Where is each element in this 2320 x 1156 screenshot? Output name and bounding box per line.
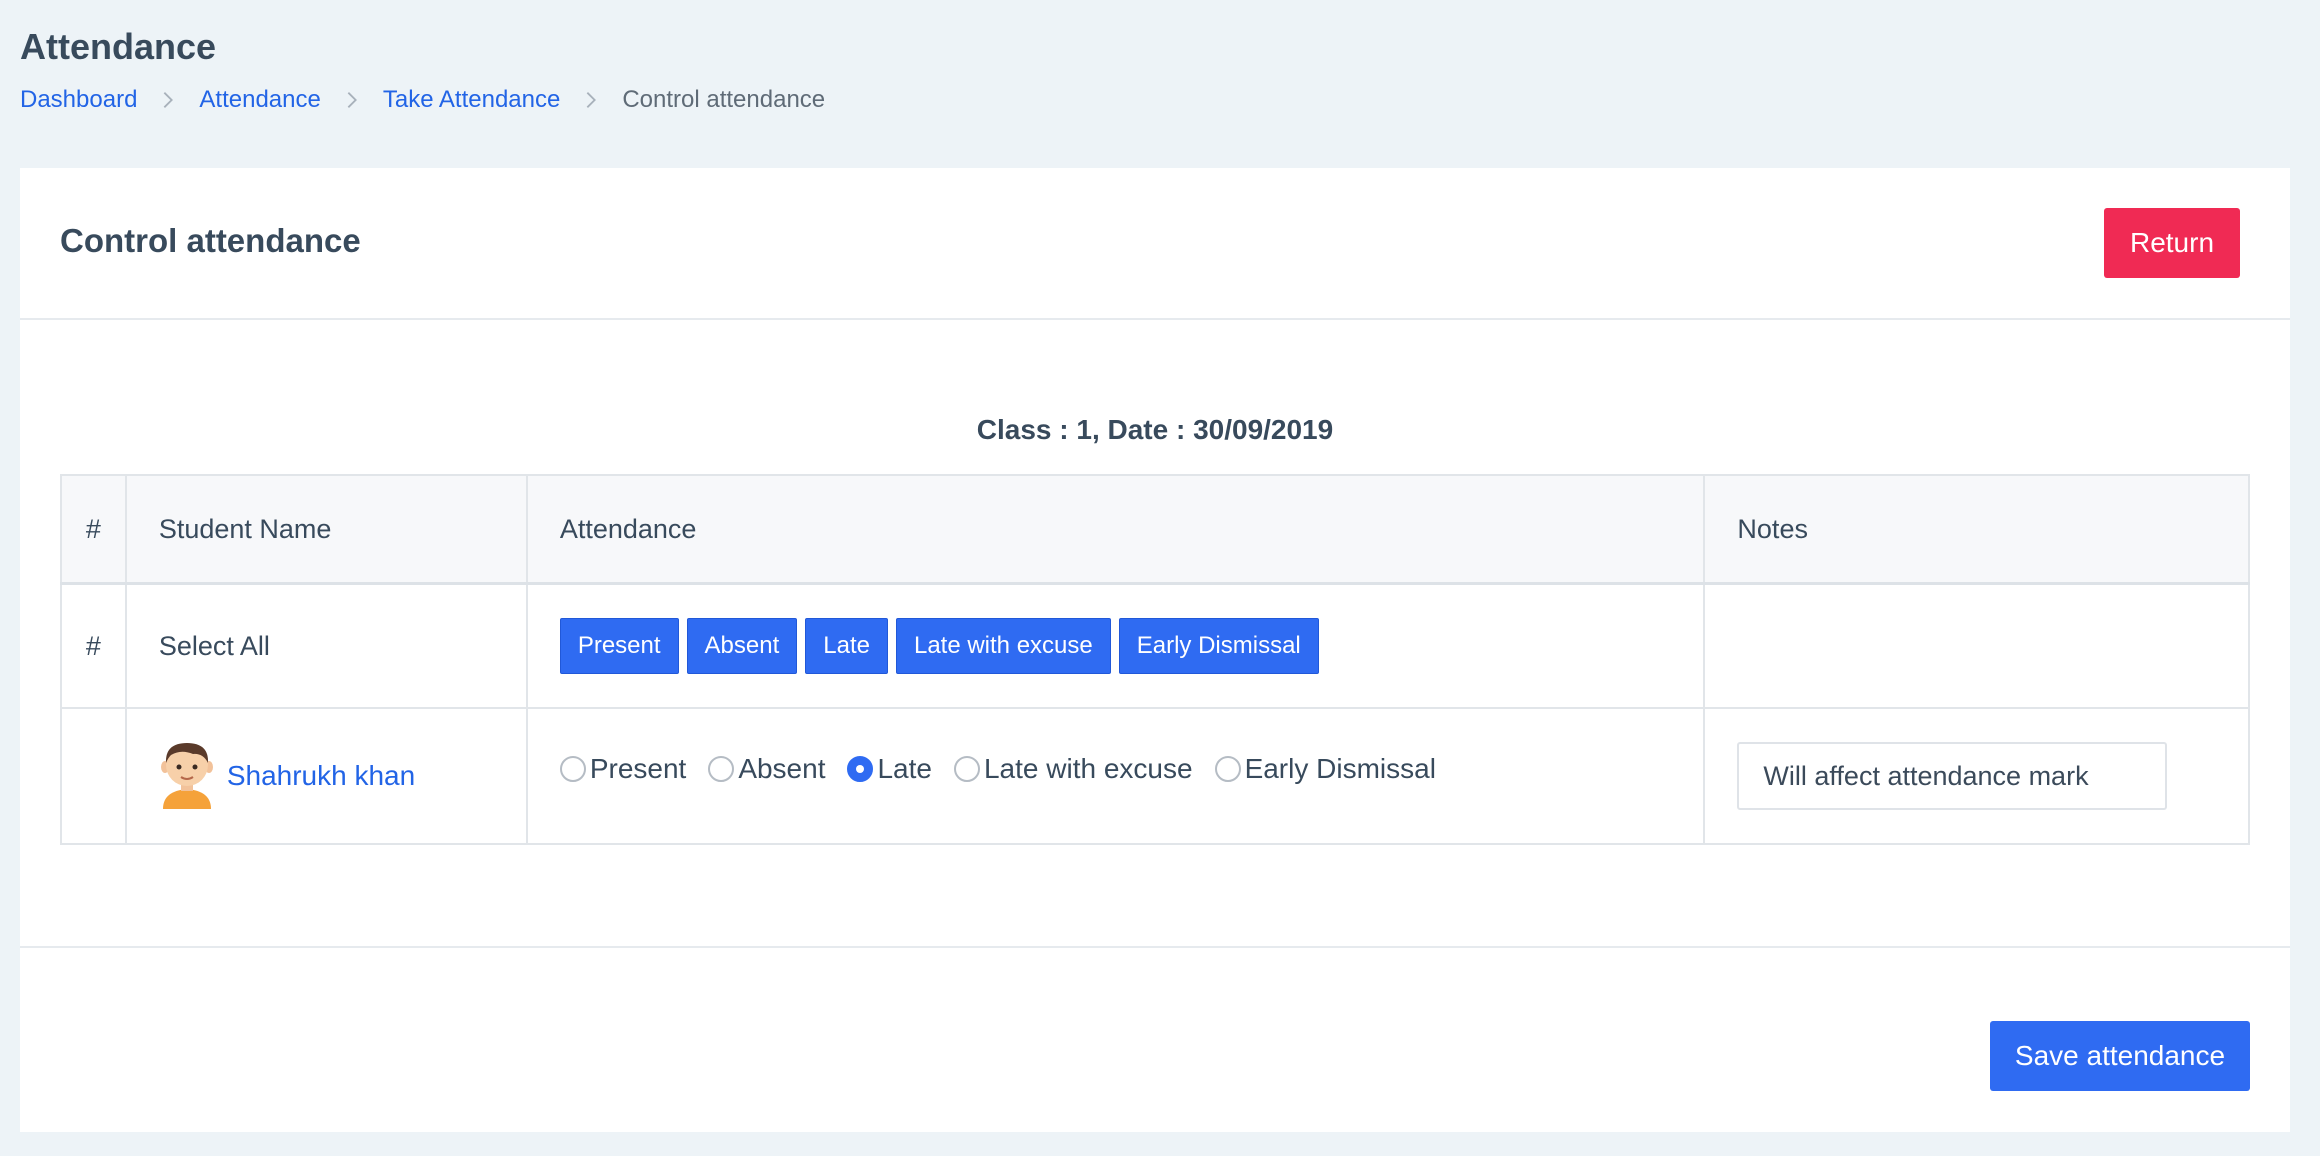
- return-button[interactable]: Return: [2104, 208, 2240, 278]
- radio-option-early-dismissal[interactable]: Early Dismissal: [1214, 753, 1436, 785]
- select-all-notes-cell: [1703, 582, 2250, 709]
- breadcrumb-dashboard[interactable]: Dashboard: [20, 86, 137, 114]
- column-header-student-name: Student Name: [124, 474, 528, 585]
- page-title: Attendance: [20, 26, 217, 67]
- breadcrumb-current: Control attendance: [622, 86, 826, 113]
- radio-present[interactable]: [559, 756, 586, 782]
- class-date-heading: Class : 1, Date : 30/09/2019: [976, 414, 1334, 445]
- column-header-attendance: Attendance: [525, 474, 1706, 585]
- attendance-table: # Student Name Attendance Notes # Select…: [60, 474, 2250, 845]
- breadcrumb: Dashboard Attendance Take Attendance Con…: [20, 86, 825, 114]
- select-all-number: #: [60, 582, 127, 709]
- radio-option-late-with-excuse[interactable]: Late with excuse: [953, 753, 1193, 785]
- column-header-number: #: [60, 474, 127, 585]
- card-title: Control attendance: [60, 222, 361, 259]
- breadcrumb-attendance[interactable]: Attendance: [199, 86, 320, 114]
- radio-late[interactable]: [847, 756, 874, 782]
- radio-option-present[interactable]: Present: [559, 753, 687, 785]
- mark-all-early-dismissal-button[interactable]: Early Dismissal: [1118, 618, 1319, 674]
- card-footer-divider: [20, 946, 2290, 948]
- mark-all-absent-button[interactable]: Absent: [686, 618, 798, 674]
- save-attendance-button[interactable]: Save attendance: [1990, 1021, 2250, 1091]
- chevron-right-icon: [157, 89, 179, 111]
- notes-input[interactable]: [1737, 742, 2168, 810]
- mark-all-late-button[interactable]: Late: [805, 618, 888, 674]
- student-name-cell: Shahrukh khan: [124, 707, 528, 845]
- card-header: Control attendance Return: [20, 168, 2290, 320]
- radio-absent[interactable]: [708, 756, 735, 782]
- boy-avatar-icon: [159, 737, 227, 816]
- attendance-card: Control attendance Return Class : 1, Dat…: [20, 168, 2290, 1132]
- attendance-radio-group: Present Absent Late Late with excuse Ear…: [559, 753, 1672, 785]
- table-header-row: # Student Name Attendance Notes: [60, 474, 2250, 585]
- radio-label-absent: Absent: [738, 753, 826, 784]
- radio-option-absent[interactable]: Absent: [708, 753, 825, 785]
- radio-label-present: Present: [589, 753, 687, 784]
- radio-option-late[interactable]: Late: [847, 753, 932, 785]
- radio-early-dismissal[interactable]: [1214, 756, 1241, 782]
- bulk-actions-cell: Present Absent Late Late with excuse Ear…: [525, 582, 1706, 709]
- select-all-row: # Select All Present Absent Late Late wi…: [60, 582, 2250, 709]
- radio-label-early-dismissal: Early Dismissal: [1244, 753, 1436, 784]
- chevron-right-icon: [341, 89, 363, 111]
- breadcrumb-take-attendance[interactable]: Take Attendance: [383, 86, 560, 114]
- radio-label-late-with-excuse: Late with excuse: [983, 753, 1193, 784]
- student-name-link[interactable]: Shahrukh khan: [227, 760, 415, 792]
- column-header-notes: Notes: [1703, 474, 2250, 585]
- radio-label-late: Late: [877, 753, 932, 784]
- student-attendance-cell: Present Absent Late Late with excuse Ear…: [525, 707, 1706, 845]
- mark-all-late-with-excuse-button[interactable]: Late with excuse: [895, 618, 1111, 674]
- student-number-cell: [60, 707, 127, 845]
- bulk-buttons: Present Absent Late Late with excuse Ear…: [559, 618, 1672, 674]
- mark-all-present-button[interactable]: Present: [559, 618, 679, 674]
- radio-late-with-excuse[interactable]: [953, 756, 980, 782]
- student-notes-cell: [1703, 707, 2250, 845]
- select-all-label: Select All: [124, 582, 528, 709]
- chevron-right-icon: [580, 89, 602, 111]
- table-row: Shahrukh khan Present Absent Late Late w…: [60, 707, 2250, 845]
